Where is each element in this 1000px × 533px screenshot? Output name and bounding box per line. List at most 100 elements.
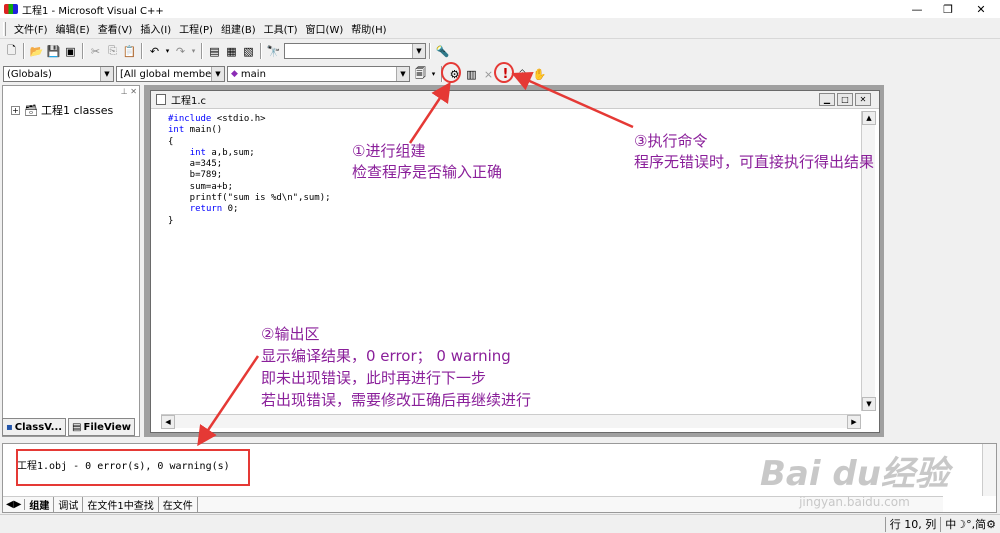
wizard-action-dropdown-icon[interactable]: ▾ (429, 66, 438, 83)
menu-view[interactable]: 查看(V) (94, 21, 137, 36)
tab-debug[interactable]: 调试 (54, 497, 84, 512)
annotation-output: ②输出区 显示编译结果，0 error； 0 warning 即未出现错误，此时… (261, 323, 531, 411)
build-icon[interactable]: ▥ (463, 66, 480, 83)
code-window-title: 工程1.c (171, 96, 207, 107)
filter-combo[interactable]: [All global members ▼ (116, 66, 225, 82)
minimize-icon[interactable]: ▁ (819, 93, 835, 106)
toolbar-separator (82, 43, 84, 59)
code-line[interactable]: a=345; (168, 159, 331, 170)
workspace-pane: ⊥ ✕ + 🗃 工程1 classes (2, 85, 140, 437)
horizontal-scrollbar[interactable]: ◀ ▶ (161, 414, 861, 429)
code-line[interactable]: int a,b,sum; (168, 148, 331, 159)
file-icon (156, 94, 166, 105)
tab-find-in-files-2[interactable]: 在文件 (159, 497, 198, 512)
tab-classview[interactable]: ▪ ClassV... (2, 418, 67, 436)
build-button-highlight (441, 62, 461, 83)
scroll-up-icon[interactable]: ▲ (862, 111, 876, 125)
member-combo-value: main (240, 68, 266, 80)
code-line[interactable]: int main() (168, 125, 331, 136)
menu-help[interactable]: 帮助(H) (347, 21, 390, 36)
menu-project[interactable]: 工程(P) (175, 21, 217, 36)
menu-file[interactable]: 文件(F) (10, 21, 52, 36)
menu-grip (3, 21, 6, 36)
baidu-watermark: Bai du经验 jingyan.baidu.com (760, 446, 949, 509)
find-in-files-icon[interactable]: 🔭 (265, 43, 282, 60)
close-button[interactable]: ✕ (966, 0, 996, 18)
scroll-left-icon[interactable]: ◀ (161, 415, 175, 429)
find-icon[interactable]: 🔦 (434, 43, 451, 60)
annotation-output-line2: 即未出现错误，此时再进行下一步 (261, 369, 487, 387)
wizard-action-icon[interactable]: 🗐 (412, 66, 429, 83)
output-highlight (16, 449, 250, 486)
code-editor[interactable]: #include <stdio.h> int main(){ int a,b,su… (168, 114, 331, 227)
class-combo[interactable]: (Globals) ▼ (3, 66, 114, 82)
title-bar: 工程1 - Microsoft Visual C++ — ❐ ✕ (0, 0, 1000, 18)
open-folder-icon[interactable]: 📂 (28, 43, 45, 60)
code-line[interactable]: return 0; (168, 204, 331, 215)
standard-toolbar: 🗋 📂 💾 ▣ ✂ ⎘ 📋 ↶ ▾ ↷ ▾ ▤ ▦ ▧ 🔭 ▼ 🔦 (3, 40, 451, 62)
workspace-pane-controls-icon[interactable]: ⊥ ✕ (121, 87, 137, 96)
output-window-icon[interactable]: ▦ (223, 43, 240, 60)
menu-insert[interactable]: 插入(I) (136, 21, 175, 36)
redo-dropdown-icon[interactable]: ▾ (189, 43, 198, 60)
window-list-icon[interactable]: ▧ (240, 43, 257, 60)
chevron-down-icon[interactable]: ▼ (211, 67, 224, 81)
maximize-icon[interactable]: □ (837, 93, 853, 106)
tree-root[interactable]: + 🗃 工程1 classes (11, 102, 113, 118)
execute-button-highlight (494, 62, 514, 83)
output-scrollbar[interactable] (982, 444, 996, 496)
code-line[interactable]: b=789; (168, 170, 331, 181)
toolbar-separator (260, 43, 262, 59)
toolbar-separator (429, 43, 431, 59)
ime-mode: 中 (945, 518, 957, 531)
menu-edit[interactable]: 编辑(E) (52, 21, 94, 36)
tab-fileview-label: FileView (83, 421, 131, 433)
member-icon: ◆ (231, 69, 238, 79)
class-combo-value: (Globals) (7, 68, 52, 80)
go-icon[interactable]: ⎆ (514, 66, 531, 83)
close-icon[interactable]: ✕ (855, 93, 871, 106)
annotation-execute-desc: 程序无错误时，可直接执行得出结果 (634, 153, 875, 171)
redo-icon[interactable]: ↷ (172, 43, 189, 60)
paste-icon[interactable]: 📋 (121, 43, 138, 60)
menu-tools[interactable]: 工具(T) (260, 21, 302, 36)
scroll-right-icon[interactable]: ▶ (847, 415, 861, 429)
window-title: 工程1 - Microsoft Visual C++ (22, 5, 164, 17)
code-window-controls: ▁ □ ✕ (817, 93, 871, 106)
workspace-icon[interactable]: ▤ (206, 43, 223, 60)
workspace-tabs: ▪ ClassV... ▤ FileView (2, 418, 137, 436)
filter-combo-value: [All global members (120, 68, 221, 80)
tab-find-in-files-1[interactable]: 在文件1中查找 (83, 497, 159, 512)
expand-icon[interactable]: + (11, 105, 20, 115)
chevron-down-icon[interactable]: ▼ (396, 67, 409, 81)
code-line[interactable]: } (168, 216, 331, 227)
chevron-down-icon[interactable]: ▼ (412, 44, 425, 58)
copy-icon[interactable]: ⎘ (104, 43, 121, 60)
menu-window[interactable]: 窗口(W) (302, 21, 348, 36)
scroll-down-icon[interactable]: ▼ (862, 397, 876, 411)
tab-build[interactable]: 组建 (25, 497, 55, 512)
ime-status[interactable]: 中 ☽ °, 简 ⚙ (940, 516, 1000, 532)
undo-dropdown-icon[interactable]: ▾ (163, 43, 172, 60)
fileview-icon: ▤ (72, 421, 82, 433)
find-combo[interactable]: ▼ (284, 43, 426, 59)
tab-fileview[interactable]: ▤ FileView (68, 418, 135, 436)
new-file-icon[interactable]: 🗋 (3, 43, 20, 60)
code-line[interactable]: #include <stdio.h> (168, 114, 331, 125)
save-icon[interactable]: 💾 (45, 43, 62, 60)
save-all-icon[interactable]: ▣ (62, 43, 79, 60)
code-line[interactable]: { (168, 137, 331, 148)
restore-button[interactable]: ❐ (933, 0, 963, 18)
code-line[interactable]: printf("sum is %d\n",sum); (168, 193, 331, 204)
tab-nav-icon[interactable]: ◀▶ (3, 499, 26, 510)
undo-icon[interactable]: ↶ (146, 43, 163, 60)
member-combo[interactable]: ◆ main ▼ (227, 66, 410, 82)
code-line[interactable]: sum=a+b; (168, 182, 331, 193)
chevron-down-icon[interactable]: ▼ (100, 67, 113, 81)
code-window-titlebar[interactable]: 工程1.c ▁ □ ✕ (151, 91, 879, 109)
ime-punct-icon: °, (966, 517, 976, 531)
menu-build[interactable]: 组建(B) (217, 21, 260, 36)
cut-icon[interactable]: ✂ (87, 43, 104, 60)
minimize-button[interactable]: — (902, 0, 932, 18)
breakpoint-hand-icon[interactable]: ✋ (531, 66, 548, 83)
